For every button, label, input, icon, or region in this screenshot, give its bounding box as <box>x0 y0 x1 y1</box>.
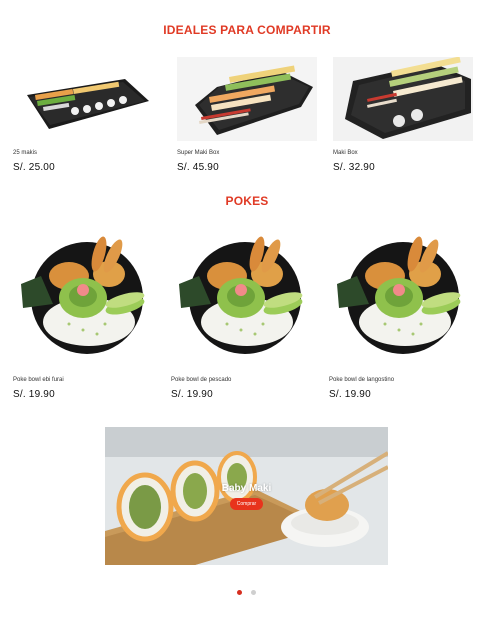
product-price: S/. 19.90 <box>329 389 371 400</box>
product-price: S/. 45.90 <box>177 162 219 173</box>
carousel-pagination <box>0 590 494 596</box>
poke-bowl-image[interactable] <box>13 224 153 354</box>
banner-title: Baby Maki <box>221 483 272 494</box>
maki-box-image[interactable] <box>333 57 473 141</box>
product-name[interactable]: Poke bowl de pescado <box>171 377 231 383</box>
product-price: S/. 19.90 <box>13 389 55 400</box>
section-title-pokes: POKES <box>225 194 269 208</box>
baby-maki-banner-image <box>105 427 388 565</box>
section-title-sharing: IDEALES PARA COMPARTIR <box>163 23 331 37</box>
product-name[interactable]: Poke bowl ebi furai <box>13 377 64 383</box>
product-name[interactable]: Super Maki Box <box>177 150 219 156</box>
product-name[interactable]: Maki Box <box>333 150 358 156</box>
poke-bowl-image[interactable] <box>171 224 311 354</box>
product-price: S/. 19.90 <box>171 389 213 400</box>
buy-button[interactable]: Comprar <box>230 498 263 510</box>
carousel-dot-2[interactable] <box>251 590 256 595</box>
makis-tray-image[interactable] <box>13 57 153 141</box>
carousel-dot-1[interactable] <box>237 590 242 595</box>
product-name[interactable]: 25 makis <box>13 150 37 156</box>
product-price: S/. 25.00 <box>13 162 55 173</box>
promo-banner[interactable]: Baby Maki Comprar <box>105 427 388 565</box>
product-name[interactable]: Poke bowl de langostino <box>329 377 394 383</box>
product-price: S/. 32.90 <box>333 162 375 173</box>
poke-bowl-image[interactable] <box>329 224 469 354</box>
super-maki-box-image[interactable] <box>177 57 317 141</box>
